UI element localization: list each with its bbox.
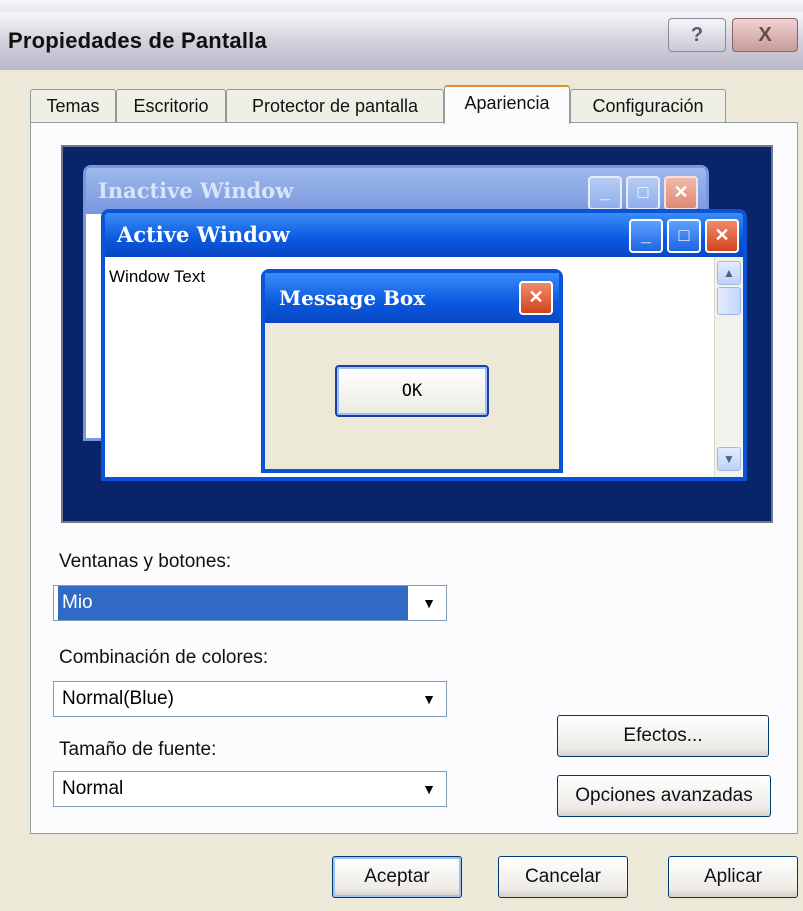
windows-buttons-label: Ventanas y botones: (59, 551, 232, 572)
tab-protector-de-pantalla[interactable]: Protector de pantalla (226, 89, 444, 122)
effects-button[interactable]: Efectos... (557, 715, 769, 757)
tab-escritorio[interactable]: Escritorio (116, 89, 226, 122)
window-title: Propiedades de Pantalla (8, 28, 267, 53)
advanced-options-button[interactable]: Opciones avanzadas (557, 775, 771, 817)
message-box-preview: Message Box ✕ OK (261, 269, 563, 473)
message-box-title: Message Box (265, 273, 559, 323)
title-bar-top-strip (0, 0, 803, 12)
window-text-sample: Window Text (109, 267, 206, 286)
chevron-down-icon[interactable]: ▼ (412, 586, 446, 620)
close-icon: ✕ (705, 219, 739, 253)
color-scheme-label: Combinación de colores: (59, 647, 269, 668)
preview-scrollbar: ▲ ▼ (714, 257, 743, 477)
message-box-ok-button: OK (335, 365, 489, 417)
minimize-icon: _ (588, 176, 622, 210)
close-icon: X (758, 24, 772, 46)
title-bar[interactable]: Propiedades de Pantalla ? X (0, 0, 803, 70)
help-button[interactable]: ? (668, 18, 726, 52)
color-scheme-value: Normal(Blue) (62, 688, 174, 709)
maximize-icon: □ (667, 219, 701, 253)
appearance-preview: Inactive Window _ □ ✕ Active Window _ □ … (61, 145, 773, 523)
windows-buttons-select[interactable]: Mio ▼ (53, 585, 447, 621)
scroll-up-icon: ▲ (717, 261, 741, 285)
font-size-value: Normal (62, 778, 124, 799)
close-button[interactable]: X (732, 18, 798, 52)
apariencia-panel: Inactive Window _ □ ✕ Active Window _ □ … (30, 122, 798, 834)
scroll-thumb (717, 287, 741, 315)
apply-button[interactable]: Aplicar (668, 856, 798, 898)
accept-button[interactable]: Aceptar (332, 856, 462, 898)
maximize-icon: □ (626, 176, 660, 210)
cancel-button[interactable]: Cancelar (498, 856, 628, 898)
font-size-select[interactable]: Normal ▼ (53, 771, 447, 807)
font-size-label: Tamaño de fuente: (59, 739, 217, 760)
close-icon: ✕ (519, 281, 553, 315)
scroll-down-icon: ▼ (717, 447, 741, 471)
tab-apariencia[interactable]: Apariencia (444, 85, 570, 124)
close-icon: ✕ (664, 176, 698, 210)
color-scheme-select[interactable]: Normal(Blue) ▼ (53, 681, 447, 717)
chevron-down-icon[interactable]: ▼ (412, 772, 446, 806)
windows-buttons-value: Mio (58, 586, 408, 620)
chevron-down-icon[interactable]: ▼ (412, 682, 446, 716)
dialog-body: Temas Escritorio Protector de pantalla A… (0, 70, 803, 911)
tab-configuracion[interactable]: Configuración (570, 89, 726, 122)
minimize-icon: _ (629, 219, 663, 253)
help-icon: ? (690, 24, 704, 46)
tab-temas[interactable]: Temas (30, 89, 116, 122)
